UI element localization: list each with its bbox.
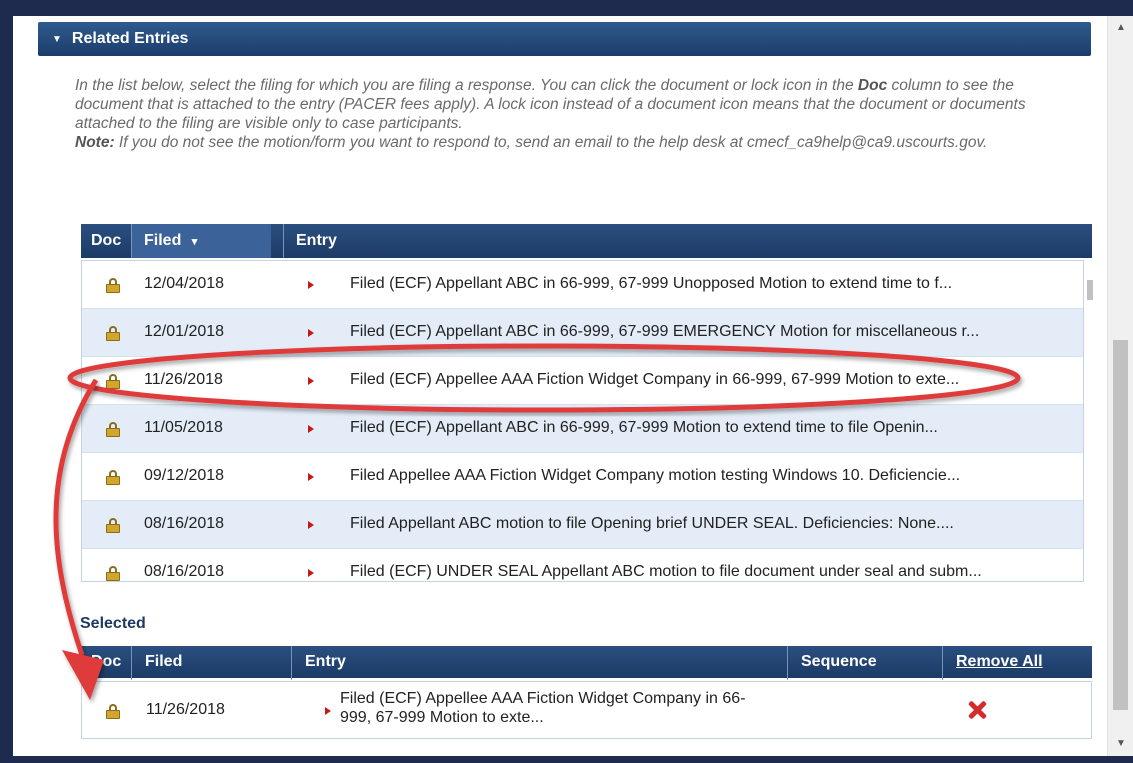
lock-icon[interactable] (106, 326, 120, 341)
entry-text: Filed Appellant ABC motion to file Openi… (350, 515, 954, 532)
selected-heading: Selected (80, 615, 146, 632)
filed-date: 08/16/2018 (144, 515, 225, 532)
header-separator (291, 646, 292, 680)
lock-icon[interactable] (106, 518, 120, 533)
table-row[interactable]: 09/12/2018 Filed Appellee AAA Fiction Wi… (82, 453, 1083, 501)
filed-date: 11/26/2018 (144, 371, 223, 388)
note-text: If you do not see the motion/form you wa… (114, 134, 988, 151)
entries-table-header: Doc Filed ▾ Entry (81, 224, 1092, 258)
filed-header-label: Filed (144, 232, 182, 249)
entries-list[interactable]: 12/04/2018 Filed (ECF) Appellant ABC in … (81, 260, 1084, 582)
expand-arrow-icon[interactable] (308, 377, 314, 385)
related-entries-header[interactable]: ▼ Related Entries (38, 22, 1091, 56)
selected-column-entry: Entry (305, 653, 346, 670)
header-separator (787, 646, 788, 680)
window-frame-bottom (0, 756, 1133, 763)
remove-all-link[interactable]: Remove All (956, 646, 1043, 680)
entry-text: Filed (ECF) Appellee AAA Fiction Widget … (350, 371, 960, 388)
collapse-triangle-icon[interactable]: ▼ (52, 34, 62, 45)
page-scroll-thumb[interactable] (1113, 340, 1128, 710)
selected-row[interactable]: 11/26/2018 Filed (ECF) Appellee AAA Fict… (81, 681, 1092, 739)
table-row[interactable]: 12/04/2018 Filed (ECF) Appellant ABC in … (82, 261, 1083, 309)
scroll-up-icon[interactable]: ▲ (1108, 18, 1133, 38)
selected-entry-line1: Filed (ECF) Appellee AAA Fiction Widget … (340, 690, 746, 707)
table-row[interactable]: 11/05/2018 Filed (ECF) Appellant ABC in … (82, 405, 1083, 453)
filed-date: 09/12/2018 (144, 467, 225, 484)
filed-date: 12/01/2018 (144, 323, 225, 340)
instructions-text: In the list below, select the filing for… (75, 76, 1055, 152)
column-header-filed[interactable]: Filed ▾ (132, 224, 271, 258)
page-scrollbar[interactable]: ▲ ▼ (1107, 16, 1133, 756)
entries-list-scrollbar[interactable] (1086, 260, 1094, 582)
scroll-down-icon[interactable]: ▼ (1108, 734, 1133, 754)
entry-text: Filed Appellee AAA Fiction Widget Compan… (350, 467, 961, 484)
table-row[interactable]: 11/26/2018 Filed (ECF) Appellee AAA Fict… (82, 357, 1083, 405)
selected-entry-text: Filed (ECF) Appellee AAA Fiction Widget … (340, 689, 780, 727)
lock-icon[interactable] (106, 374, 120, 389)
lock-icon[interactable] (106, 704, 120, 719)
lock-icon[interactable] (106, 566, 120, 581)
header-separator (131, 646, 132, 680)
entries-scroll-thumb[interactable] (1087, 280, 1093, 300)
header-separator (942, 646, 943, 680)
instructions-doc-bold: Doc (857, 77, 888, 94)
table-row[interactable]: 08/16/2018 Filed (ECF) UNDER SEAL Appell… (82, 549, 1083, 581)
table-row[interactable]: 12/01/2018 Filed (ECF) Appellant ABC in … (82, 309, 1083, 357)
filed-date: 08/16/2018 (144, 563, 225, 580)
selected-column-doc: Doc (91, 653, 122, 670)
section-title: Related Entries (71, 30, 189, 47)
column-header-entry[interactable]: Entry (296, 224, 337, 258)
header-separator (283, 224, 284, 258)
entry-text: Filed (ECF) Appellant ABC in 66-999, 67-… (350, 323, 980, 340)
selected-column-filed: Filed (145, 653, 183, 670)
window-frame-left (0, 0, 13, 763)
expand-arrow-icon[interactable] (308, 281, 314, 289)
expand-arrow-icon[interactable] (308, 329, 314, 337)
filed-date: 12/04/2018 (144, 275, 225, 292)
note-label: Note: (75, 134, 115, 151)
expand-arrow-icon[interactable] (308, 473, 314, 481)
expand-arrow-icon[interactable] (325, 707, 331, 715)
entry-text: Filed (ECF) Appellant ABC in 66-999, 67-… (350, 419, 938, 436)
entry-text: Filed (ECF) Appellant ABC in 66-999, 67-… (350, 275, 953, 292)
selected-table-header: Doc Filed Entry Sequence Remove All (81, 646, 1092, 680)
sort-desc-icon: ▾ (191, 236, 198, 248)
table-row[interactable]: 08/16/2018 Filed Appellant ABC motion to… (82, 501, 1083, 549)
selected-entry-line2: 999, 67-999 Motion to exte... (340, 709, 544, 726)
lock-icon[interactable] (106, 278, 120, 293)
page-viewport: ▼ Related Entries In the list below, sel… (13, 16, 1107, 756)
expand-arrow-icon[interactable] (308, 569, 314, 577)
remove-icon[interactable] (966, 699, 988, 721)
window-frame-top (0, 0, 1133, 16)
entry-text: Filed (ECF) UNDER SEAL Appellant ABC mot… (350, 563, 982, 580)
column-header-doc[interactable]: Doc (91, 224, 121, 258)
selected-filed-date: 11/26/2018 (146, 701, 225, 718)
filed-date: 11/05/2018 (144, 419, 223, 436)
selected-column-sequence: Sequence (801, 653, 877, 670)
lock-icon[interactable] (106, 422, 120, 437)
expand-arrow-icon[interactable] (308, 425, 314, 433)
instructions-part-1: In the list below, select the filing for… (75, 77, 858, 94)
lock-icon[interactable] (106, 470, 120, 485)
expand-arrow-icon[interactable] (308, 521, 314, 529)
